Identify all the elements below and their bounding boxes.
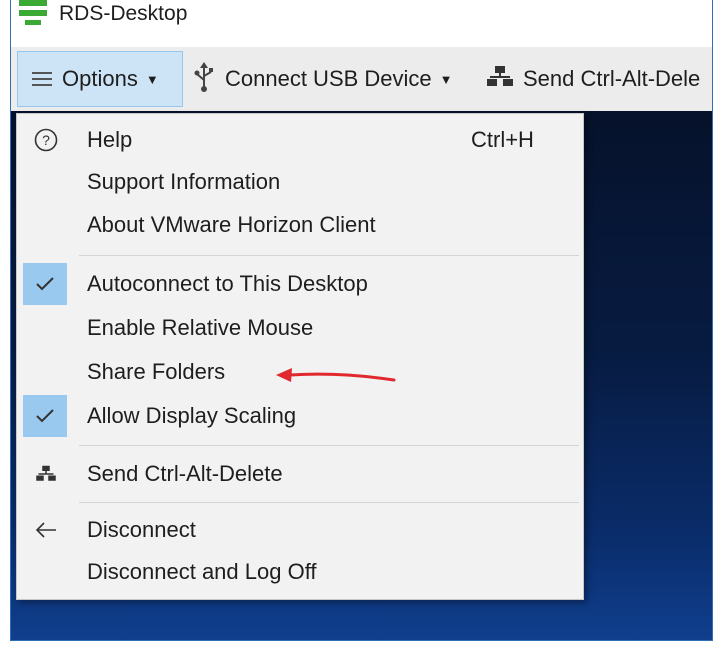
menu-item-about[interactable]: About VMware Horizon Client	[17, 205, 583, 245]
display-scaling-label: Allow Display Scaling	[87, 403, 297, 428]
support-label: Support Information	[87, 169, 281, 194]
title-bar: RDS-Desktop	[11, 0, 712, 47]
menu-item-support-information[interactable]: Support Information	[17, 162, 583, 202]
menu-item-send-ctrl-alt-delete[interactable]: Send Ctrl-Alt-Delete	[17, 454, 583, 494]
menu-separator	[79, 445, 579, 446]
svg-text:?: ?	[42, 132, 50, 148]
menu-item-enable-relative-mouse[interactable]: Enable Relative Mouse	[17, 308, 583, 348]
usb-label: Connect USB Device	[225, 66, 432, 91]
send-ctrl-alt-del-button[interactable]: Send Ctrl-Alt-Dele	[487, 51, 700, 107]
usb-icon	[193, 61, 215, 97]
disconnect-logoff-label: Disconnect and Log Off	[87, 559, 317, 584]
check-icon	[23, 395, 67, 437]
relative-mouse-label: Enable Relative Mouse	[87, 315, 314, 340]
horizon-app-icon	[17, 0, 49, 26]
options-dropdown-menu: ? Help Ctrl+H Support Information About …	[16, 113, 584, 600]
about-label: About VMware Horizon Client	[87, 212, 376, 237]
menu-item-autoconnect[interactable]: Autoconnect to This Desktop	[17, 263, 583, 305]
chevron-down-icon: ▼	[145, 71, 159, 87]
menu-item-allow-display-scaling[interactable]: Allow Display Scaling	[17, 395, 583, 437]
menu-item-disconnect-and-log-off[interactable]: Disconnect and Log Off	[17, 552, 583, 592]
menu-separator	[79, 255, 579, 256]
window-title: RDS-Desktop	[59, 2, 188, 25]
send-cad-menu-label: Send Ctrl-Alt-Delete	[87, 461, 283, 486]
options-menu-button[interactable]: Options ▼	[17, 51, 183, 107]
connect-usb-button[interactable]: Connect USB Device ▼	[193, 51, 453, 107]
help-icon: ?	[31, 125, 61, 155]
options-label: Options	[62, 66, 138, 91]
check-icon	[23, 263, 67, 305]
autoconnect-label: Autoconnect to This Desktop	[87, 271, 368, 296]
help-label: Help	[87, 127, 133, 152]
chevron-down-icon: ▼	[439, 71, 453, 87]
toolbar: Options ▼ Connect USB Device ▼ Send Ctrl…	[11, 47, 712, 111]
help-shortcut: Ctrl+H	[471, 127, 534, 152]
arrow-left-icon	[31, 515, 61, 545]
disconnect-label: Disconnect	[87, 517, 196, 542]
menu-item-disconnect[interactable]: Disconnect	[17, 510, 583, 550]
red-pointer-arrow-annotation	[276, 368, 396, 382]
share-folders-label: Share Folders	[87, 359, 226, 384]
send-cad-label: Send Ctrl-Alt-Dele	[523, 66, 701, 91]
menu-item-help[interactable]: ? Help Ctrl+H	[17, 120, 583, 160]
network-computers-icon	[487, 65, 513, 94]
network-computers-icon	[31, 459, 61, 489]
menu-separator	[79, 502, 579, 503]
hamburger-icon	[32, 71, 52, 87]
